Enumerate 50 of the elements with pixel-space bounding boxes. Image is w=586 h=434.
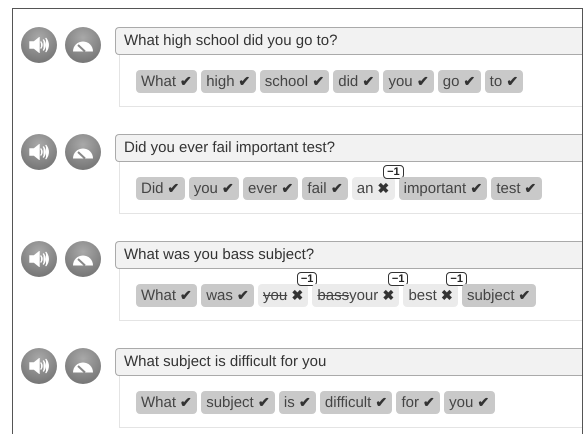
word-chip[interactable]: important ✔: [398, 177, 488, 200]
word-chip[interactable]: to ✔: [484, 70, 524, 93]
word-chip[interactable]: was ✔: [201, 284, 254, 307]
word-chip[interactable]: go ✔: [438, 70, 481, 93]
word-chip[interactable]: did ✔: [333, 70, 380, 93]
speed-button[interactable]: [65, 27, 101, 63]
word-chip[interactable]: high ✔: [201, 70, 256, 93]
gauge-icon: [72, 146, 94, 158]
speaker-icon: [29, 37, 49, 53]
word-chip[interactable]: bassyour ✖: [312, 284, 400, 307]
word-chip[interactable]: is ✔: [278, 391, 316, 414]
gauge-icon: [72, 38, 94, 52]
question-text: What subject is difficult for you: [115, 348, 582, 376]
gauge-icon: [72, 360, 94, 372]
speaker-icon: [29, 144, 49, 160]
word-chip[interactable]: test ✔: [491, 177, 542, 200]
speaker-icon: [29, 358, 49, 374]
word-chip[interactable]: for ✔: [396, 391, 440, 414]
word-chip[interactable]: What ✔: [136, 391, 198, 414]
word-chip[interactable]: What ✔: [136, 284, 198, 307]
word-chip[interactable]: difficult ✔: [320, 391, 392, 414]
speaker-icon: [29, 251, 49, 267]
penalty-badge: −1: [446, 272, 467, 286]
question-text: What was you bass subject?: [115, 241, 582, 269]
word-chip[interactable]: ever ✔: [243, 177, 298, 200]
question-text: Did you ever fail important test?: [115, 134, 582, 162]
penalty-badge: −1: [296, 272, 318, 286]
word-chip[interactable]: school ✔: [260, 70, 330, 93]
speed-button[interactable]: [65, 241, 101, 277]
word-chip[interactable]: What ✔: [136, 70, 198, 93]
word-chip[interactable]: subject ✔: [462, 284, 536, 307]
word-chip[interactable]: best ✖: [403, 284, 458, 307]
gauge-icon: [72, 252, 94, 266]
speaker-button[interactable]: [21, 348, 57, 384]
penalty-badge: −1: [388, 272, 408, 286]
speaker-button[interactable]: [21, 241, 57, 277]
speaker-button[interactable]: [21, 27, 57, 63]
question-text: What high school did you go to?: [115, 27, 582, 55]
speaker-button[interactable]: [21, 134, 57, 170]
speed-button[interactable]: [65, 348, 101, 384]
word-chip[interactable]: an ✖: [352, 177, 395, 200]
word-chip[interactable]: you ✔: [383, 70, 434, 93]
word-chip[interactable]: you ✖: [258, 284, 308, 307]
word-chip[interactable]: you ✔: [188, 177, 240, 200]
word-chip[interactable]: Did ✔: [136, 177, 185, 200]
penalty-badge: −1: [383, 165, 404, 179]
word-chip[interactable]: fail ✔: [302, 177, 348, 200]
word-chip[interactable]: you ✔: [444, 391, 495, 414]
word-chip[interactable]: subject ✔: [201, 391, 275, 414]
speed-button[interactable]: [65, 134, 101, 170]
